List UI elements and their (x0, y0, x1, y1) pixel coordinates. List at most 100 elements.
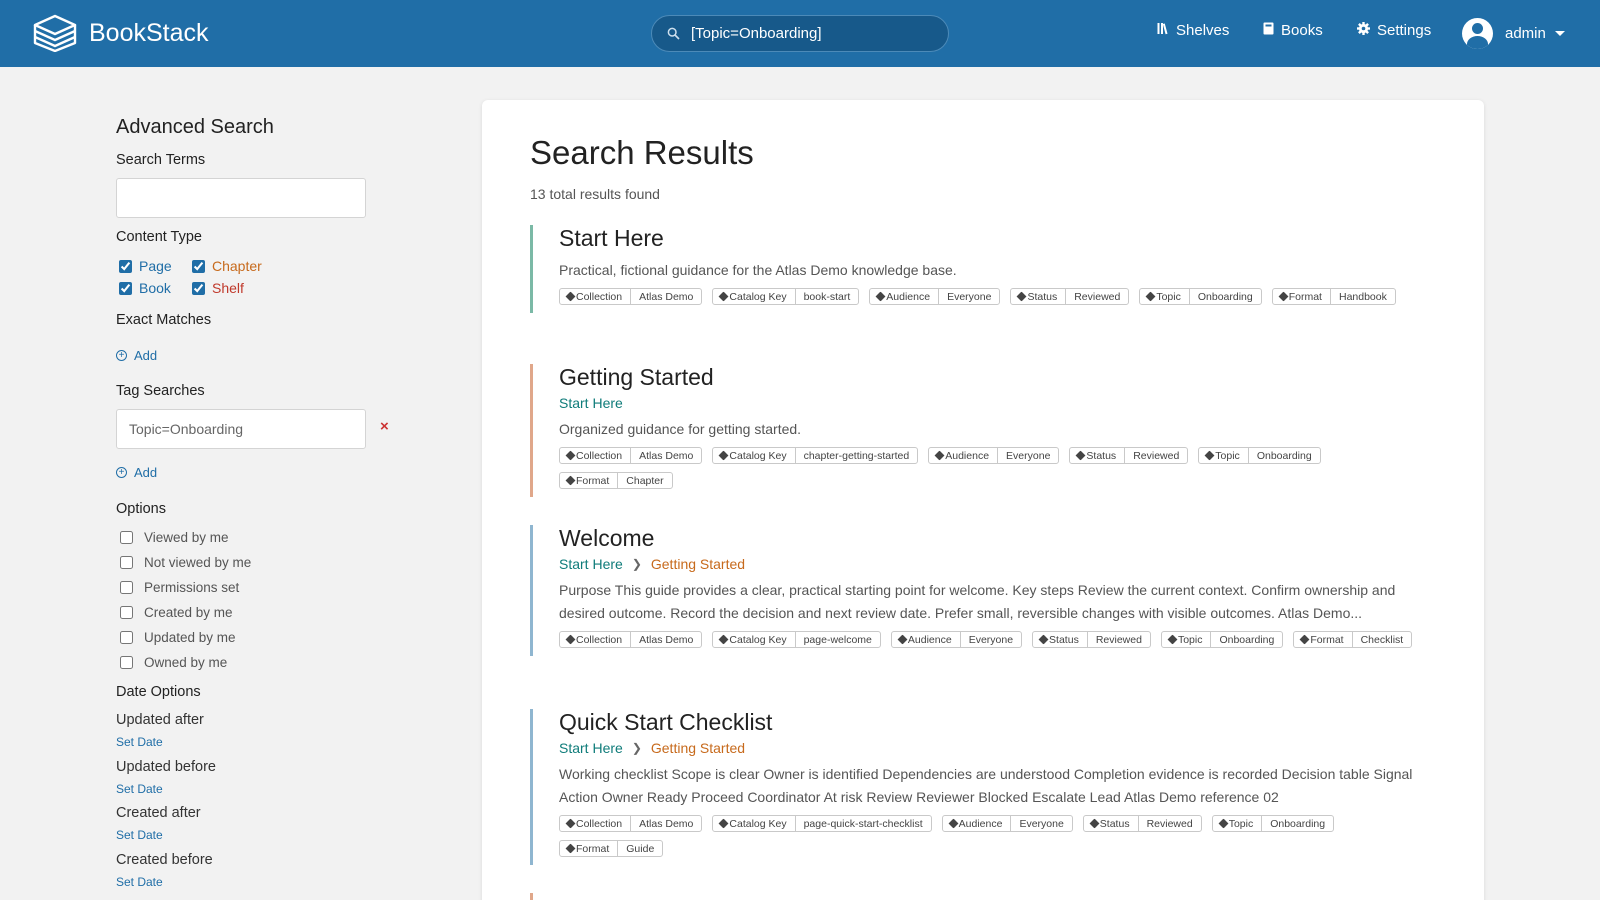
tag-value: Everyone (968, 633, 1014, 646)
created-before-set-date[interactable]: Set Date (116, 875, 163, 889)
nav-settings[interactable]: Settings (1357, 22, 1431, 39)
content-type-shelf[interactable]: Shelf (192, 280, 244, 296)
tag-name: Catalog Key (729, 633, 787, 646)
result-title[interactable]: Quick Start Checklist (559, 709, 1430, 736)
tag[interactable]: Format Checklist (1293, 631, 1413, 648)
tag[interactable]: Catalog Key page-welcome (712, 631, 881, 648)
content-type-label: Content Type (116, 229, 202, 245)
tag-name: Topic (1228, 817, 1254, 830)
tag[interactable]: Format Guide (559, 840, 664, 857)
search-terms-input[interactable] (116, 178, 366, 218)
option-viewed-by-me[interactable]: Viewed by me (116, 530, 229, 545)
option-checkbox[interactable] (120, 581, 133, 594)
result-title[interactable]: Getting Started (559, 364, 1430, 391)
page-checkbox[interactable] (119, 259, 132, 273)
add-tag-search-button[interactable]: + Add (116, 465, 157, 480)
search-input[interactable] (691, 25, 931, 42)
result-title[interactable]: Welcome (559, 525, 1430, 552)
book-checkbox[interactable] (119, 281, 132, 295)
tag[interactable]: Status Reviewed (1069, 447, 1189, 464)
tag[interactable]: Topic Onboarding (1198, 447, 1321, 464)
plus-circle-icon: + (116, 467, 127, 478)
tag-name: Audience (907, 633, 952, 646)
tag[interactable]: Audience Everyone (941, 815, 1073, 832)
tag-name: Topic (1177, 633, 1203, 646)
option-updated-by-me[interactable]: Updated by me (116, 630, 236, 645)
plus-circle-icon: + (116, 350, 127, 361)
result-item-chapter[interactable]: Getting Started Start Here Organized gui… (530, 364, 1430, 497)
tag[interactable]: Catalog Key chapter-getting-started (712, 447, 919, 464)
breadcrumb-chapter[interactable]: Getting Started (651, 740, 745, 756)
option-permissions-set[interactable]: Permissions set (116, 580, 239, 595)
tag-search-input[interactable] (116, 409, 366, 449)
breadcrumb-book[interactable]: Start Here (559, 556, 623, 572)
breadcrumb-book[interactable]: Start Here (559, 395, 623, 411)
tag-list: Collection Atlas Demo Catalog Key book-sta… (559, 288, 1439, 313)
tag-name: Status (1049, 633, 1079, 646)
result-title[interactable]: Start Here (559, 225, 1430, 252)
tag[interactable]: Audience Everyone (890, 631, 1023, 648)
updated-after-set-date[interactable]: Set Date (116, 735, 163, 749)
created-after-set-date[interactable]: Set Date (116, 828, 163, 842)
breadcrumb: Start Here ❯ Getting Started (559, 556, 1430, 572)
option-checkbox[interactable] (120, 656, 133, 669)
option-not-viewed-by-me[interactable]: Not viewed by me (116, 555, 251, 570)
result-item-page[interactable]: Quick Start Checklist Start Here ❯ Getti… (530, 709, 1430, 865)
breadcrumb-chapter[interactable]: Getting Started (651, 556, 745, 572)
book-icon (1263, 22, 1281, 39)
app-logo[interactable]: BookStack (33, 14, 209, 52)
chapter-label: Chapter (212, 258, 262, 274)
option-created-by-me[interactable]: Created by me (116, 605, 233, 620)
tag[interactable]: Status Reviewed (1010, 288, 1130, 305)
option-checkbox[interactable] (120, 606, 133, 619)
result-description: Organized guidance for getting started. (559, 421, 802, 437)
tag-value: Onboarding (1256, 449, 1312, 462)
tag-name: Status (1086, 449, 1117, 462)
global-search[interactable] (651, 15, 949, 52)
chevron-down-icon (1554, 31, 1565, 36)
tag[interactable]: Collection Atlas Demo (559, 815, 703, 832)
add-exact-match-button[interactable]: + Add (116, 348, 157, 363)
result-item-page[interactable]: Welcome Start Here ❯ Getting Started Pur… (530, 525, 1430, 656)
username: admin (1505, 25, 1546, 42)
option-checkbox[interactable] (120, 531, 133, 544)
option-checkbox[interactable] (120, 556, 133, 569)
content-type-page[interactable]: Page (119, 258, 172, 274)
tag-value: Everyone (947, 290, 992, 303)
tag[interactable]: Status Reviewed (1032, 631, 1151, 648)
user-menu[interactable]: admin (1462, 18, 1565, 49)
tag[interactable]: Collection Atlas Demo (559, 447, 703, 464)
tag[interactable]: Collection Atlas Demo (559, 631, 703, 648)
tag-list: Collection Atlas Demo Catalog Key page-qui… (559, 815, 1439, 865)
tag-value: Atlas Demo (639, 290, 694, 303)
page-title: Search Results (530, 134, 754, 171)
tag[interactable]: Collection Atlas Demo (559, 288, 703, 305)
tag-value: Chapter (626, 474, 664, 487)
nav-books[interactable]: Books (1263, 22, 1323, 39)
content-type-book[interactable]: Book (119, 280, 171, 296)
updated-before-set-date[interactable]: Set Date (116, 782, 163, 796)
result-item-book[interactable]: Start Here Practical, fictional guidance… (530, 225, 1430, 313)
content-type-chapter[interactable]: Chapter (192, 258, 262, 274)
chapter-checkbox[interactable] (192, 259, 205, 273)
remove-tag-search-button[interactable]: × (380, 418, 389, 435)
tag[interactable]: Audience Everyone (869, 288, 1001, 305)
tag[interactable]: Format Handbook (1271, 288, 1396, 305)
tag[interactable]: Catalog Key page-quick-start-checklist (712, 815, 932, 832)
tag-name: Collection (576, 817, 623, 830)
tag[interactable]: Topic Onboarding (1211, 815, 1335, 832)
app-name: BookStack (89, 18, 209, 47)
option-checkbox[interactable] (120, 631, 133, 644)
avatar (1462, 18, 1493, 49)
tag[interactable]: Status Reviewed (1082, 815, 1202, 832)
breadcrumb-book[interactable]: Start Here (559, 740, 623, 756)
tag[interactable]: Topic Onboarding (1160, 631, 1284, 648)
option-owned-by-me[interactable]: Owned by me (116, 655, 227, 670)
advanced-search-title: Advanced Search (116, 116, 274, 138)
tag[interactable]: Catalog Key book-start (712, 288, 860, 305)
tag[interactable]: Audience Everyone (928, 447, 1060, 464)
nav-shelves[interactable]: Shelves (1157, 22, 1229, 39)
tag[interactable]: Topic Onboarding (1139, 288, 1262, 305)
shelf-checkbox[interactable] (192, 281, 205, 295)
tag[interactable]: Format Chapter (559, 472, 673, 489)
